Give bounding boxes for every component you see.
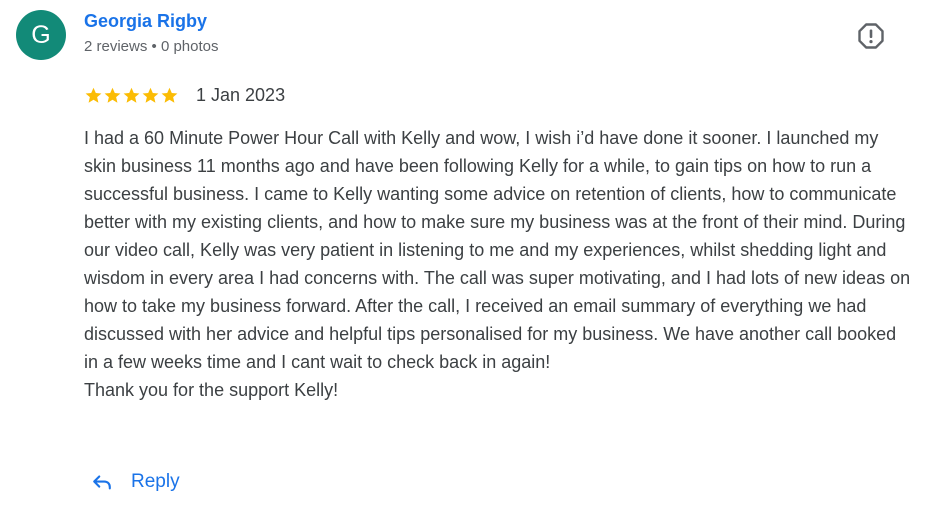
avatar[interactable]: G bbox=[16, 10, 66, 60]
star-icon bbox=[142, 87, 159, 103]
review-text: I had a 60 Minute Power Hour Call with K… bbox=[84, 124, 914, 404]
review-paragraph: Thank you for the support Kelly! bbox=[84, 380, 339, 400]
reply-button[interactable]: Reply bbox=[90, 464, 180, 500]
report-button[interactable] bbox=[853, 20, 889, 56]
review-date: 1 Jan 2023 bbox=[196, 84, 286, 105]
star-icon bbox=[104, 87, 121, 103]
reviewer-name[interactable]: Georgia Rigby bbox=[84, 11, 207, 32]
reviewer-meta: 2 reviews • 0 photos bbox=[84, 38, 219, 55]
star-icon bbox=[161, 87, 178, 103]
reply-arrow-icon bbox=[90, 470, 114, 494]
star-icon bbox=[85, 87, 102, 103]
star-icon bbox=[123, 87, 140, 103]
review-paragraph: I had a 60 Minute Power Hour Call with K… bbox=[84, 128, 911, 372]
star-rating bbox=[84, 86, 179, 105]
report-flag-icon bbox=[857, 22, 885, 55]
reply-label: Reply bbox=[131, 471, 180, 492]
rating-row: 1 Jan 2023 bbox=[84, 84, 285, 106]
